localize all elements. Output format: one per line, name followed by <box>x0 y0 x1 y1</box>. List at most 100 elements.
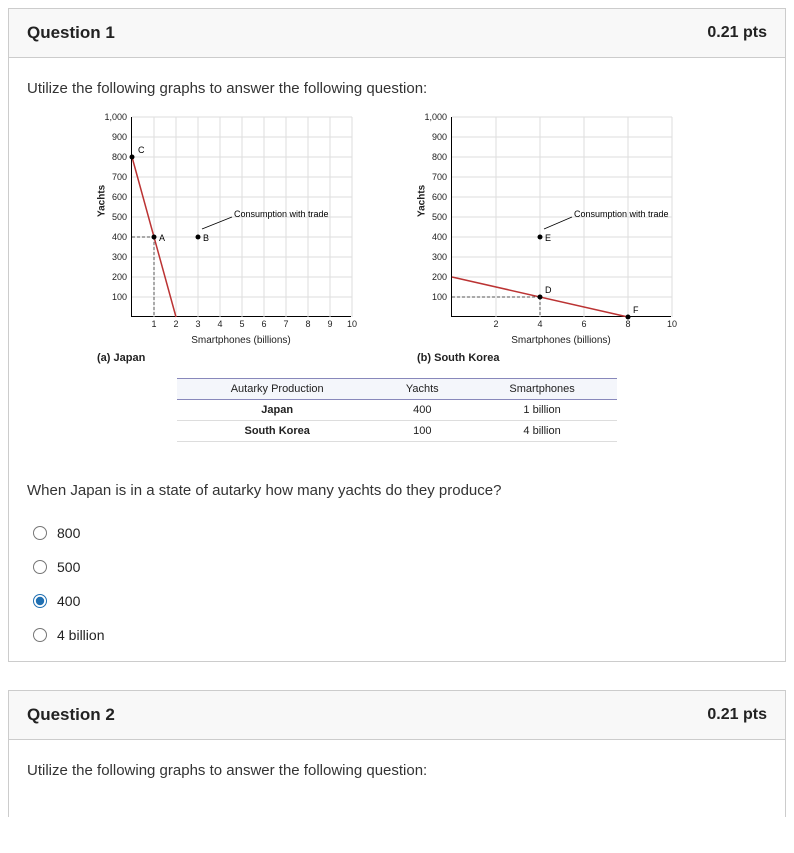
option-label: 400 <box>57 593 80 609</box>
ytick: 500 <box>112 212 127 222</box>
xtick: 5 <box>239 319 244 329</box>
point-a-label: A <box>159 233 165 243</box>
cell-country: South Korea <box>177 421 377 442</box>
ytick: 900 <box>112 132 127 142</box>
question-2-points: 0.21 pts <box>707 706 767 724</box>
answer-options: 800 500 400 4 billion <box>27 525 767 643</box>
ytick: 300 <box>432 252 447 262</box>
cell-yachts: 400 <box>377 400 467 421</box>
point-a <box>152 235 157 240</box>
chart-korea-xlabel: Smartphones (billions) <box>451 335 671 346</box>
ytick: 700 <box>432 172 447 182</box>
cell-country: Japan <box>177 400 377 421</box>
consumption-label-b: Consumption with trade <box>574 209 669 219</box>
th-yachts: Yachts <box>377 379 467 400</box>
question-2-prompt: Utilize the following graphs to answer t… <box>27 762 767 779</box>
xtick: 8 <box>625 319 630 329</box>
xtick: 3 <box>195 319 200 329</box>
th-autarky: Autarky Production <box>177 379 377 400</box>
xtick: 8 <box>305 319 310 329</box>
radio-400[interactable] <box>33 594 47 608</box>
xtick: 6 <box>261 319 266 329</box>
xtick: 6 <box>581 319 586 329</box>
xtick: 10 <box>667 319 677 329</box>
ytick: 500 <box>432 212 447 222</box>
cell-phones: 4 billion <box>467 421 617 442</box>
radio-800[interactable] <box>33 526 47 540</box>
option-label: 800 <box>57 525 80 541</box>
ytick: 700 <box>112 172 127 182</box>
cell-yachts: 100 <box>377 421 467 442</box>
chart-korea-plot: Yachts 100 200 300 400 500 600 700 800 9… <box>451 117 671 317</box>
question-2-card: Question 2 0.21 pts Utilize the followin… <box>8 690 786 817</box>
ytick: 400 <box>112 232 127 242</box>
radio-500[interactable] <box>33 560 47 574</box>
chart-japan-xlabel: Smartphones (billions) <box>131 335 351 346</box>
xtick: 9 <box>327 319 332 329</box>
question-2-title: Question 2 <box>27 705 115 725</box>
leader-line <box>544 217 572 229</box>
point-f <box>626 315 631 320</box>
chart-japan-svg: C A B Consumption with trade <box>132 117 352 317</box>
chart-korea: Yachts 100 200 300 400 500 600 700 800 9… <box>417 117 697 364</box>
question-1-title: Question 1 <box>27 23 115 43</box>
ytick: 200 <box>432 272 447 282</box>
chart-korea-svg: D E F Consumption with trade <box>452 117 672 317</box>
xtick: 7 <box>283 319 288 329</box>
chart-japan-plot: Yachts 100 200 300 400 500 600 700 800 9… <box>131 117 351 317</box>
option-label: 4 billion <box>57 627 104 643</box>
ytick: 100 <box>432 292 447 302</box>
ytick: 100 <box>112 292 127 302</box>
xtick: 1 <box>151 319 156 329</box>
autarky-production-table: Autarky Production Yachts Smartphones Ja… <box>177 378 617 442</box>
chart-japan-caption: (a) Japan <box>97 352 377 364</box>
consumption-label-a: Consumption with trade <box>234 209 329 219</box>
option-400[interactable]: 400 <box>33 593 767 609</box>
chart-korea-ylabel: Yachts <box>417 185 428 217</box>
point-b <box>196 235 201 240</box>
option-800[interactable]: 800 <box>33 525 767 541</box>
cell-phones: 1 billion <box>467 400 617 421</box>
ytick: 600 <box>112 192 127 202</box>
ytick: 800 <box>112 152 127 162</box>
point-e-label: E <box>545 233 551 243</box>
chart-japan-ylabel: Yachts <box>97 185 108 217</box>
point-f-label: F <box>633 305 639 315</box>
ytick: 800 <box>432 152 447 162</box>
question-1-body: Utilize the following graphs to answer t… <box>9 58 785 661</box>
point-c <box>130 155 135 160</box>
question-2-header: Question 2 0.21 pts <box>9 691 785 740</box>
point-b-label: B <box>203 233 209 243</box>
option-4-billion[interactable]: 4 billion <box>33 627 767 643</box>
question-1-header: Question 1 0.21 pts <box>9 9 785 58</box>
ytick: 300 <box>112 252 127 262</box>
question-1-card: Question 1 0.21 pts Utilize the followin… <box>8 8 786 662</box>
xtick: 2 <box>493 319 498 329</box>
chart-japan: Yachts 100 200 300 400 500 600 700 800 9… <box>97 117 377 364</box>
xtick: 2 <box>173 319 178 329</box>
xtick: 10 <box>347 319 357 329</box>
charts-row: Yachts 100 200 300 400 500 600 700 800 9… <box>27 117 767 364</box>
xtick: 4 <box>537 319 542 329</box>
point-d-label: D <box>545 285 552 295</box>
ytick: 1,000 <box>104 112 127 122</box>
th-smartphones: Smartphones <box>467 379 617 400</box>
point-d <box>538 295 543 300</box>
question-1-prompt: Utilize the following graphs to answer t… <box>27 80 767 97</box>
option-500[interactable]: 500 <box>33 559 767 575</box>
ytick: 1,000 <box>424 112 447 122</box>
question-1-points: 0.21 pts <box>707 24 767 42</box>
ytick: 400 <box>432 232 447 242</box>
autarky-table: Autarky Production Yachts Smartphones Ja… <box>177 378 617 442</box>
question-1-subquestion: When Japan is in a state of autarky how … <box>27 482 767 499</box>
question-2-body: Utilize the following graphs to answer t… <box>9 740 785 817</box>
table-row: South Korea 100 4 billion <box>177 421 617 442</box>
radio-4-billion[interactable] <box>33 628 47 642</box>
ytick: 900 <box>432 132 447 142</box>
leader-line <box>202 217 232 229</box>
table-row: Japan 400 1 billion <box>177 400 617 421</box>
option-label: 500 <box>57 559 80 575</box>
point-c-label: C <box>138 145 145 155</box>
ytick: 200 <box>112 272 127 282</box>
chart-korea-caption: (b) South Korea <box>417 352 697 364</box>
